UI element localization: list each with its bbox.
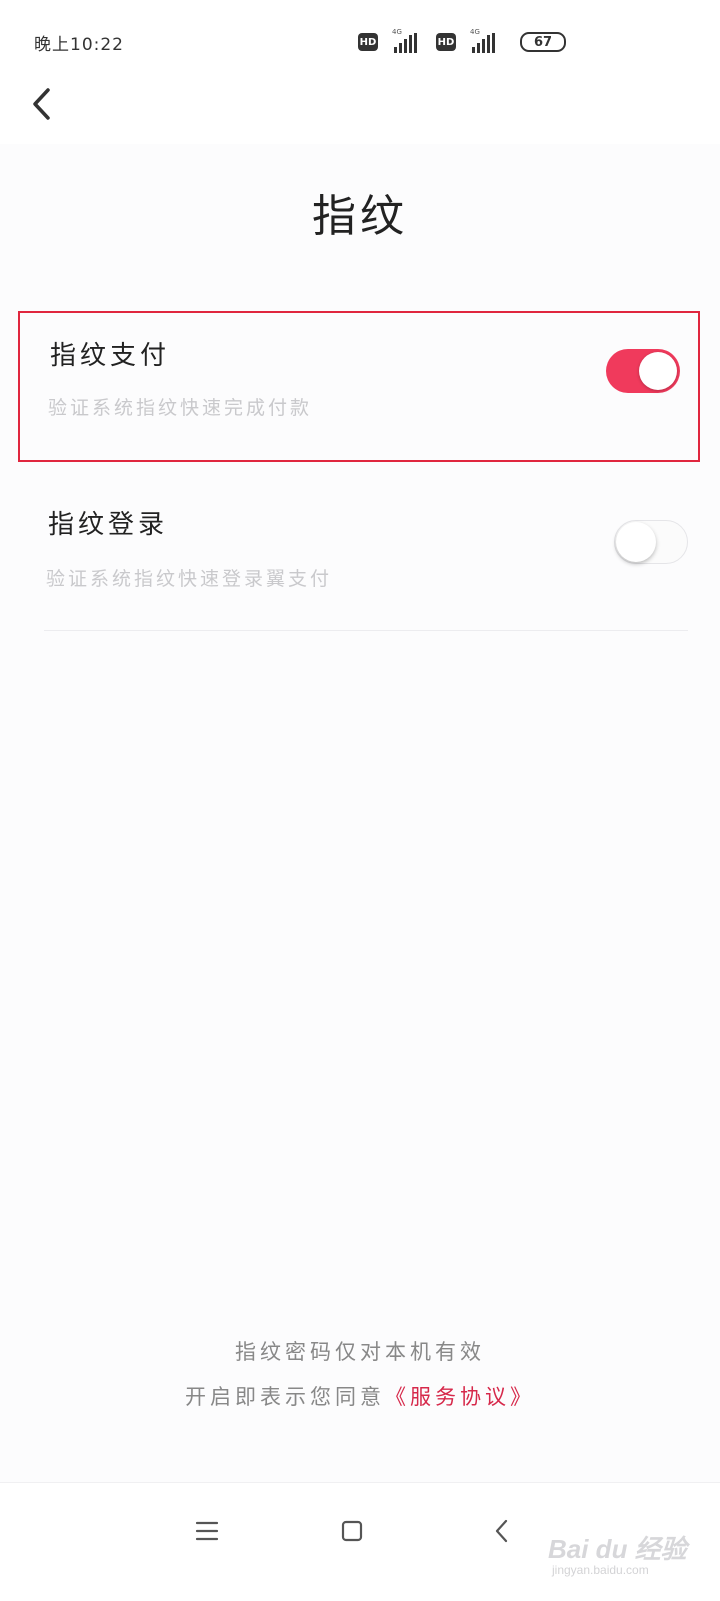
footer-agreement: 开启即表示您同意《服务协议》: [0, 1381, 720, 1411]
fingerprint-payment-toggle[interactable]: [606, 349, 680, 393]
back-button[interactable]: [22, 84, 62, 124]
fingerprint-login-row: 指纹登录 验证系统指纹快速登录翼支付: [18, 480, 700, 630]
baidu-jingyan-watermark: Bai du 经验 jingyan.baidu.com: [548, 1521, 698, 1581]
navigation-bar: Bai du 经验 jingyan.baidu.com: [0, 1482, 720, 1601]
nav-back-button[interactable]: [478, 1507, 526, 1555]
watermark-logo-text: Bai du 经验: [548, 1534, 687, 1564]
chevron-left-icon: [33, 88, 50, 120]
fingerprint-payment-title: 指纹支付: [50, 341, 171, 371]
row-divider: [44, 630, 688, 631]
watermark-url: jingyan.baidu.com: [552, 1563, 649, 1577]
toggle-knob: [639, 352, 677, 390]
home-icon: [341, 1520, 363, 1542]
status-time: 晚上10:22: [34, 35, 124, 55]
hd-badge-2: HD: [436, 33, 456, 51]
fingerprint-login-toggle[interactable]: [614, 520, 688, 564]
signal-icon-2: 4G: [466, 28, 504, 53]
signal-icon-1: 4G: [388, 28, 426, 53]
menu-icon: [195, 1521, 219, 1541]
page-title: 指纹: [312, 191, 408, 242]
status-bar: 晚上10:22 HD 4G HD 4G 67: [0, 0, 720, 84]
menu-button[interactable]: [183, 1507, 231, 1555]
fingerprint-login-title: 指纹登录: [48, 510, 169, 540]
fingerprint-payment-subtitle: 验证系统指纹快速完成付款: [48, 397, 313, 419]
status-icons: HD 4G HD 4G 67: [358, 28, 566, 53]
toggle-knob: [616, 522, 656, 562]
battery-icon: 67: [520, 32, 566, 52]
fingerprint-login-subtitle: 验证系统指纹快速登录翼支付: [46, 568, 333, 590]
top-bar: [0, 84, 720, 144]
back-icon: [495, 1519, 508, 1543]
agreement-prefix: 开启即表示您同意: [185, 1385, 385, 1409]
fingerprint-payment-row: 指纹支付 验证系统指纹快速完成付款: [18, 311, 700, 462]
home-button[interactable]: [328, 1507, 376, 1555]
hd-badge-1: HD: [358, 33, 378, 51]
footer-note: 指纹密码仅对本机有效: [235, 1340, 485, 1364]
service-agreement-link[interactable]: 《服务协议》: [385, 1385, 535, 1409]
